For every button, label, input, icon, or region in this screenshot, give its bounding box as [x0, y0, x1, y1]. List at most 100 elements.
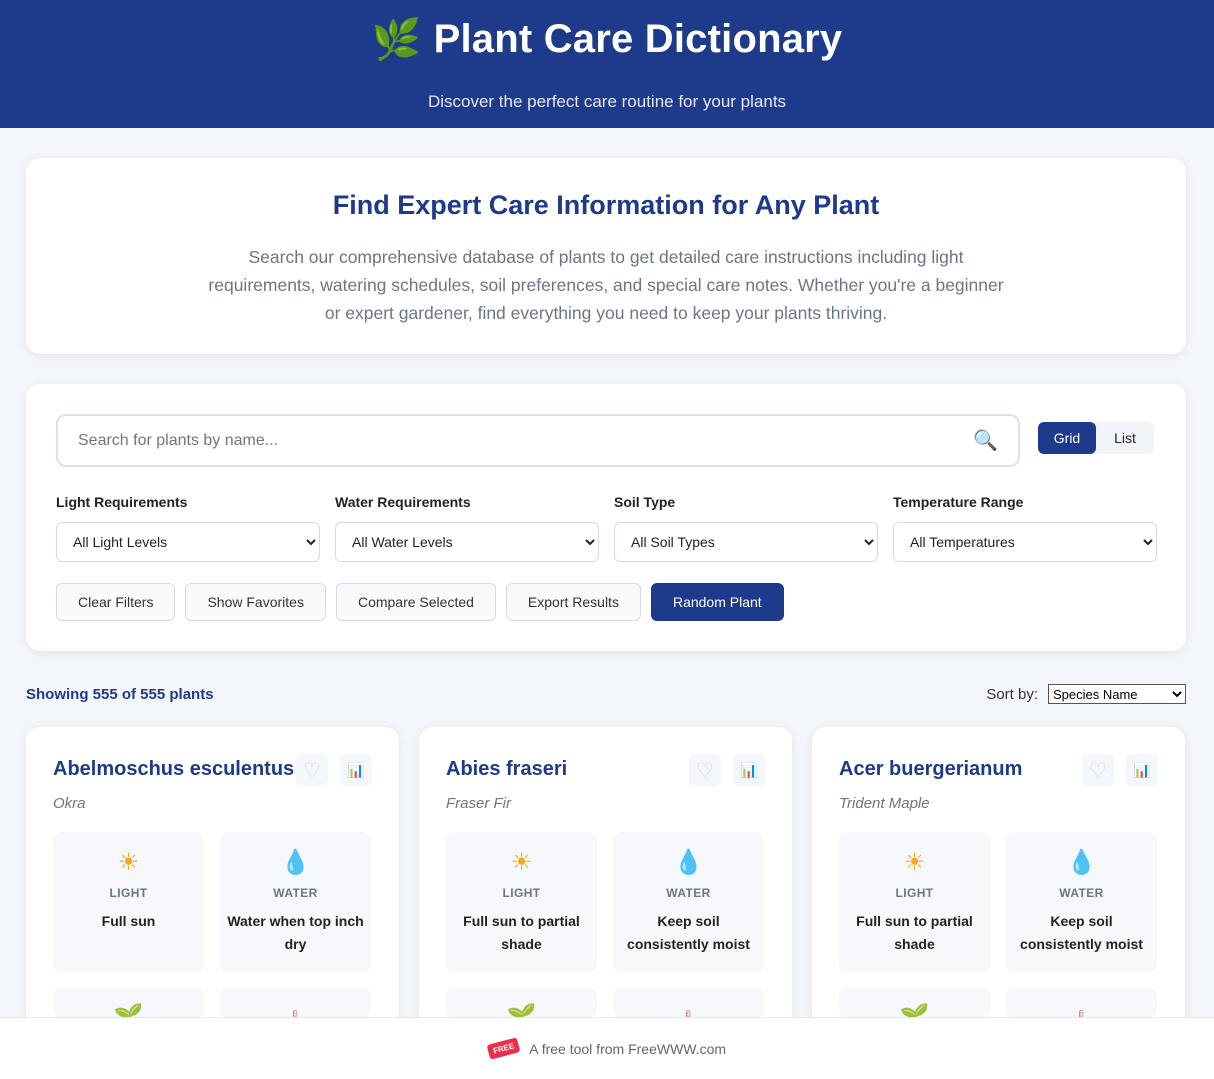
- page-header: 🌿 Plant Care Dictionary Discover the per…: [0, 0, 1214, 128]
- thermometer-icon: 🌡: [679, 1009, 698, 1018]
- filter-temperature-select[interactable]: All Temperatures: [893, 522, 1157, 562]
- results-count: Showing 555 of 555 plants: [26, 685, 214, 703]
- care-grid: ☀ LIGHT Full sun to partial shade 💧 WATE…: [839, 832, 1158, 1018]
- filter-water: Water Requirements All Water Levels: [335, 494, 599, 562]
- show-favorites-button[interactable]: Show Favorites: [185, 583, 326, 621]
- filter-light: Light Requirements All Light Levels: [56, 494, 320, 562]
- filter-water-select[interactable]: All Water Levels: [335, 522, 599, 562]
- leaf-icon: 🌿: [371, 17, 422, 62]
- search-icon[interactable]: 🔍: [973, 428, 998, 453]
- care-temperature: 🌡: [613, 988, 764, 1018]
- care-grid: ☀ LIGHT Full sun 💧 WATER Water when top …: [53, 832, 372, 1018]
- sun-icon: ☀: [117, 849, 140, 876]
- page-footer: FREE A free tool from FreeWWW.com: [0, 1017, 1214, 1079]
- care-light-label: LIGHT: [502, 886, 541, 900]
- care-water-value: Keep soil consistently moist: [627, 913, 750, 952]
- water-drop-icon: 💧: [673, 849, 704, 876]
- care-water-label: WATER: [666, 886, 711, 900]
- filter-soil-label: Soil Type: [614, 494, 676, 510]
- care-light-label: LIGHT: [109, 886, 148, 900]
- care-water-label: WATER: [1059, 886, 1104, 900]
- free-tag-icon: FREE: [486, 1037, 521, 1060]
- care-light-value: Full sun to partial shade: [463, 913, 580, 952]
- care-light: ☀ LIGHT Full sun: [53, 832, 204, 972]
- grid-view-button[interactable]: Grid: [1038, 422, 1096, 454]
- heart-icon: ♡: [303, 759, 321, 782]
- favorite-button[interactable]: ♡: [1082, 754, 1114, 786]
- app-title-text: Plant Care Dictionary: [433, 16, 843, 61]
- view-toggle: Grid List: [1038, 422, 1154, 454]
- filters: Light Requirements All Light Levels Wate…: [56, 494, 1157, 562]
- list-view-button[interactable]: List: [1096, 422, 1154, 454]
- compare-button[interactable]: 📊: [1126, 754, 1158, 786]
- care-soil: 🌱: [53, 988, 204, 1018]
- sprout-icon: 🌱: [506, 1003, 537, 1018]
- random-plant-button[interactable]: Random Plant: [650, 583, 784, 621]
- search-input[interactable]: [78, 431, 974, 450]
- card-actions: ♡ 📊: [689, 754, 765, 786]
- filter-soil-select[interactable]: All Soil Types: [614, 522, 878, 562]
- thermometer-icon: 🌡: [286, 1009, 305, 1018]
- plant-common-name: Okra: [53, 795, 86, 812]
- heart-icon: ♡: [696, 759, 714, 782]
- care-water-label: WATER: [273, 886, 318, 900]
- filter-light-label: Light Requirements: [56, 494, 188, 510]
- card-actions: ♡ 📊: [1082, 754, 1158, 786]
- intro-card: Find Expert Care Information for Any Pla…: [26, 158, 1186, 354]
- compare-button[interactable]: 📊: [733, 754, 765, 786]
- care-water: 💧 WATER Water when top inch dry: [220, 832, 371, 972]
- care-grid: ☀ LIGHT Full sun to partial shade 💧 WATE…: [446, 832, 765, 1018]
- water-drop-icon: 💧: [280, 849, 311, 876]
- results-bar: Showing 555 of 555 plants Sort by: Speci…: [26, 683, 1186, 705]
- care-soil: 🌱: [446, 988, 597, 1018]
- filter-water-label: Water Requirements: [335, 494, 471, 510]
- plant-card[interactable]: ♡ 📊 Abies fraseri Fraser Fir ☀ LIGHT Ful…: [419, 727, 792, 1047]
- compare-button[interactable]: 📊: [340, 754, 372, 786]
- plant-common-name: Fraser Fir: [446, 795, 511, 812]
- care-temperature: 🌡: [1006, 988, 1157, 1018]
- plant-common-name: Trident Maple: [839, 795, 930, 812]
- care-soil: 🌱: [839, 988, 990, 1018]
- sprout-icon: 🌱: [113, 1003, 144, 1018]
- export-results-button[interactable]: Export Results: [505, 583, 641, 621]
- plant-cards: ♡ 📊 Abelmoschus esculentus Okra ☀ LIGHT …: [26, 727, 1185, 1047]
- search-box: 🔍: [56, 414, 1020, 467]
- filter-soil: Soil Type All Soil Types: [614, 494, 878, 562]
- care-water-value: Water when top inch dry: [227, 913, 364, 952]
- app-subtitle: Discover the perfect care routine for yo…: [427, 92, 787, 111]
- sprout-icon: 🌱: [899, 1003, 930, 1018]
- clear-filters-button[interactable]: Clear Filters: [56, 583, 176, 621]
- bar-chart-icon: 📊: [740, 761, 758, 778]
- care-temperature: 🌡: [220, 988, 371, 1018]
- bar-chart-icon: 📊: [1133, 761, 1151, 778]
- footer-link[interactable]: A free tool from FreeWWW.com: [529, 1041, 726, 1057]
- intro-text: Search our comprehensive database of pla…: [208, 247, 1004, 323]
- filter-temperature: Temperature Range All Temperatures: [893, 494, 1157, 562]
- care-light-value: Full sun: [101, 913, 156, 929]
- filter-light-select[interactable]: All Light Levels: [56, 522, 320, 562]
- sort-select[interactable]: Species Name: [1048, 684, 1186, 704]
- water-drop-icon: 💧: [1066, 849, 1097, 876]
- action-buttons: Clear Filters Show Favorites Compare Sel…: [56, 583, 784, 621]
- care-water: 💧 WATER Keep soil consistently moist: [613, 832, 764, 972]
- compare-selected-button[interactable]: Compare Selected: [335, 583, 496, 621]
- sort-label: Sort by:: [986, 685, 1038, 703]
- care-light-label: LIGHT: [895, 886, 934, 900]
- sun-icon: ☀: [510, 849, 533, 876]
- sort-control: Sort by: Species Name: [986, 684, 1186, 704]
- favorite-button[interactable]: ♡: [689, 754, 721, 786]
- plant-card[interactable]: ♡ 📊 Abelmoschus esculentus Okra ☀ LIGHT …: [26, 727, 399, 1047]
- filter-temperature-label: Temperature Range: [893, 494, 1024, 510]
- app-title: 🌿 Plant Care Dictionary: [0, 14, 1214, 64]
- thermometer-icon: 🌡: [1072, 1009, 1091, 1018]
- favorite-button[interactable]: ♡: [296, 754, 328, 786]
- card-actions: ♡ 📊: [296, 754, 372, 786]
- care-water-value: Keep soil consistently moist: [1020, 913, 1143, 952]
- care-light: ☀ LIGHT Full sun to partial shade: [839, 832, 990, 972]
- care-water: 💧 WATER Keep soil consistently moist: [1006, 832, 1157, 972]
- search-controls: 🔍 Grid List Light Requirements All Light…: [26, 384, 1186, 651]
- care-light: ☀ LIGHT Full sun to partial shade: [446, 832, 597, 972]
- plant-card[interactable]: ♡ 📊 Acer buergerianum Trident Maple ☀ LI…: [812, 727, 1185, 1047]
- intro-title: Find Expert Care Information for Any Pla…: [332, 190, 880, 220]
- heart-icon: ♡: [1089, 759, 1107, 782]
